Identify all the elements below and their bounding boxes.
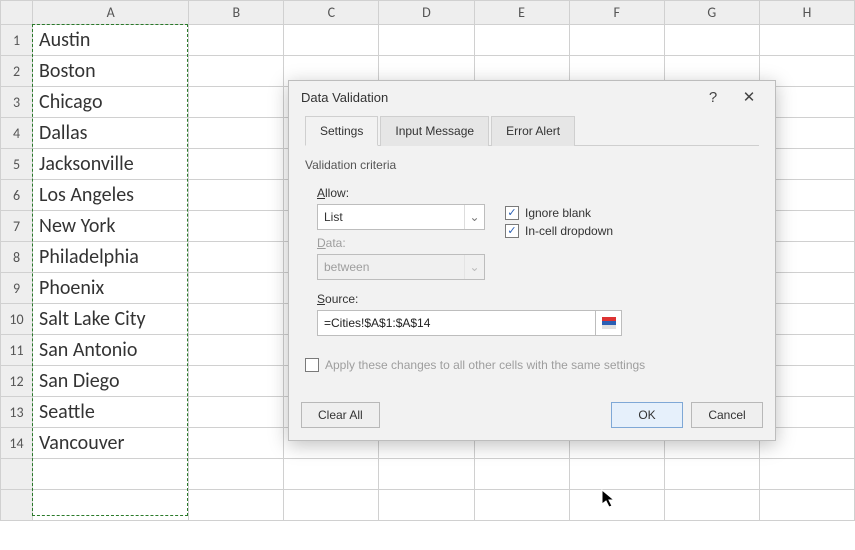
col-header-F[interactable]: F bbox=[569, 1, 664, 25]
dialog-title: Data Validation bbox=[297, 90, 695, 105]
row-header[interactable]: 4 bbox=[1, 118, 33, 149]
data-dropdown: between ⌄ bbox=[317, 254, 485, 280]
col-header-H[interactable]: H bbox=[759, 1, 854, 25]
cell-A4[interactable]: Dallas bbox=[33, 118, 189, 149]
row-header[interactable]: 5 bbox=[1, 149, 33, 180]
validation-criteria-label: Validation criteria bbox=[305, 158, 759, 172]
cancel-button[interactable]: Cancel bbox=[691, 402, 763, 428]
select-all-corner[interactable] bbox=[1, 1, 33, 25]
in-cell-dropdown-checkbox[interactable]: ✓ In-cell dropdown bbox=[505, 224, 613, 238]
tab-error-alert[interactable]: Error Alert bbox=[491, 116, 575, 146]
allow-dropdown[interactable]: List ⌄ bbox=[317, 204, 485, 230]
close-button[interactable]: ✕ bbox=[731, 83, 767, 111]
col-header-C[interactable]: C bbox=[284, 1, 379, 25]
source-label: Source: bbox=[317, 292, 759, 306]
cell-A13[interactable]: Seattle bbox=[33, 397, 189, 428]
row-header[interactable]: 1 bbox=[1, 25, 33, 56]
clear-all-button[interactable]: Clear All bbox=[301, 402, 380, 428]
tab-settings[interactable]: Settings bbox=[305, 116, 378, 146]
dialog-titlebar[interactable]: Data Validation ? ✕ bbox=[289, 81, 775, 113]
allow-label: Allow: bbox=[317, 186, 485, 200]
cell-A14[interactable]: Vancouver bbox=[33, 428, 189, 459]
apply-same-settings-label: Apply these changes to all other cells w… bbox=[325, 358, 645, 372]
col-header-G[interactable]: G bbox=[664, 1, 759, 25]
col-header-E[interactable]: E bbox=[474, 1, 569, 25]
chevron-down-icon: ⌄ bbox=[464, 255, 484, 279]
row-header[interactable] bbox=[1, 459, 33, 490]
row-header[interactable]: 13 bbox=[1, 397, 33, 428]
col-header-B[interactable]: B bbox=[189, 1, 284, 25]
row-header[interactable]: 11 bbox=[1, 335, 33, 366]
chevron-down-icon: ⌄ bbox=[464, 205, 484, 229]
close-icon: ✕ bbox=[743, 88, 756, 106]
row-header[interactable] bbox=[1, 490, 33, 521]
cell-A3[interactable]: Chicago bbox=[33, 87, 189, 118]
checkbox-checked-icon: ✓ bbox=[505, 206, 519, 220]
cell[interactable] bbox=[189, 25, 284, 56]
help-button[interactable]: ? bbox=[695, 83, 731, 111]
dialog-tabs: Settings Input Message Error Alert bbox=[305, 115, 759, 146]
row-header[interactable]: 9 bbox=[1, 273, 33, 304]
data-value: between bbox=[324, 260, 369, 274]
row-header[interactable]: 7 bbox=[1, 211, 33, 242]
col-header-D[interactable]: D bbox=[379, 1, 474, 25]
row-header[interactable]: 6 bbox=[1, 180, 33, 211]
cell-A8[interactable]: Philadelphia bbox=[33, 242, 189, 273]
cell-A12[interactable]: San Diego bbox=[33, 366, 189, 397]
row-header[interactable]: 2 bbox=[1, 56, 33, 87]
source-input[interactable] bbox=[317, 310, 596, 336]
apply-same-settings-checkbox: ✓ bbox=[305, 358, 319, 372]
row-header[interactable]: 10 bbox=[1, 304, 33, 335]
data-validation-dialog: Data Validation ? ✕ Settings Input Messa… bbox=[288, 80, 776, 441]
ignore-blank-checkbox[interactable]: ✓ Ignore blank bbox=[505, 206, 613, 220]
cell-A1[interactable]: Austin bbox=[33, 25, 189, 56]
cell-A2[interactable]: Boston bbox=[33, 56, 189, 87]
cell-A10[interactable]: Salt Lake City bbox=[33, 304, 189, 335]
ignore-blank-label: Ignore blank bbox=[525, 206, 591, 220]
range-selector-button[interactable] bbox=[596, 310, 622, 336]
row-header[interactable]: 3 bbox=[1, 87, 33, 118]
checkbox-checked-icon: ✓ bbox=[505, 224, 519, 238]
data-label: Data: bbox=[317, 236, 485, 250]
row-header[interactable]: 14 bbox=[1, 428, 33, 459]
allow-value: List bbox=[324, 210, 343, 224]
cell-A7[interactable]: New York bbox=[33, 211, 189, 242]
range-selector-icon bbox=[602, 317, 616, 329]
cell-A11[interactable]: San Antonio bbox=[33, 335, 189, 366]
in-cell-dropdown-label: In-cell dropdown bbox=[525, 224, 613, 238]
ok-button[interactable]: OK bbox=[611, 402, 683, 428]
cell-A6[interactable]: Los Angeles bbox=[33, 180, 189, 211]
row-header[interactable]: 12 bbox=[1, 366, 33, 397]
cell-A5[interactable]: Jacksonville bbox=[33, 149, 189, 180]
tab-input-message[interactable]: Input Message bbox=[380, 116, 489, 146]
col-header-A[interactable]: A bbox=[33, 1, 189, 25]
cell-A9[interactable]: Phoenix bbox=[33, 273, 189, 304]
row-header[interactable]: 8 bbox=[1, 242, 33, 273]
